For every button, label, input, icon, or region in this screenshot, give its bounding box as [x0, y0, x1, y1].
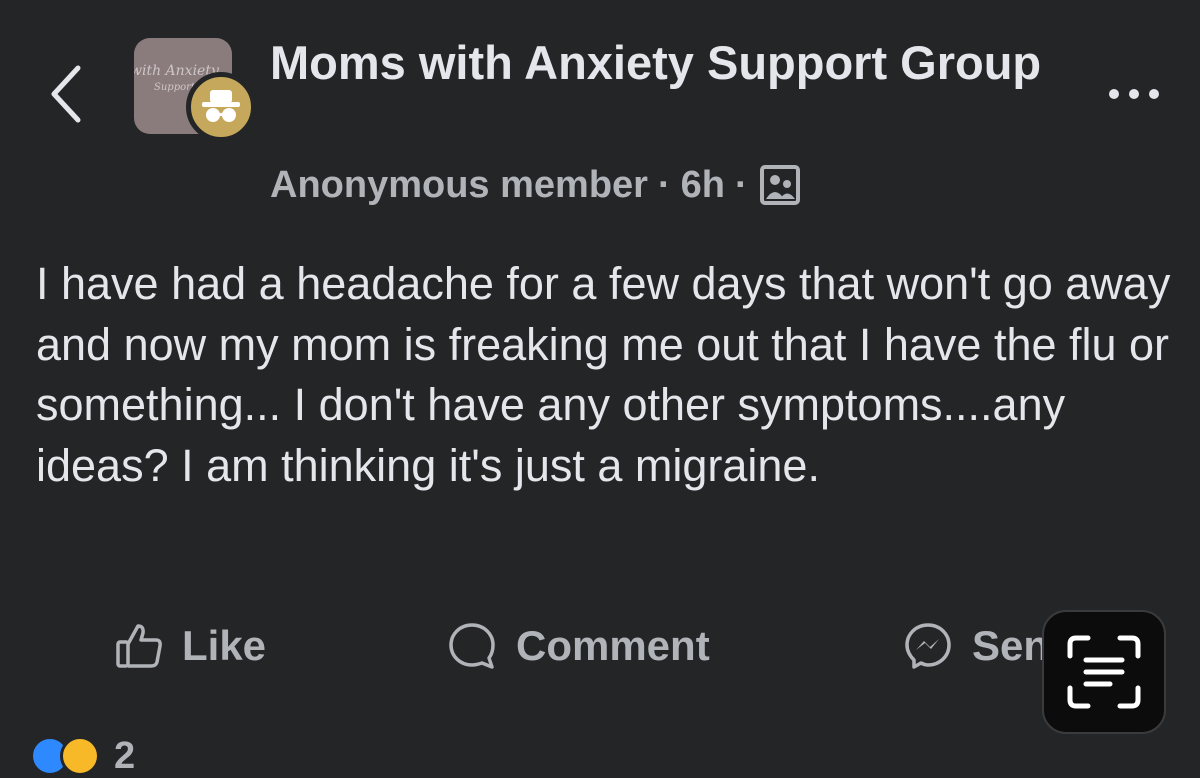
- post-meta: Anonymous member · 6h ·: [270, 160, 802, 210]
- like-label: Like: [182, 622, 267, 669]
- meta-separator: ·: [657, 163, 671, 206]
- like-button[interactable]: Like: [114, 614, 266, 678]
- reaction-count: 2: [114, 734, 136, 777]
- anonymous-badge: [186, 72, 256, 142]
- back-button[interactable]: [44, 62, 88, 126]
- reactions-summary[interactable]: 2: [30, 734, 135, 778]
- care-reaction-icon: [60, 736, 100, 776]
- comment-button[interactable]: Comment: [446, 614, 710, 678]
- group-name[interactable]: Moms with Anxiety Support Group: [270, 34, 1070, 92]
- group-audience-icon: [759, 165, 800, 205]
- messenger-icon: [905, 623, 951, 669]
- author-name[interactable]: Anonymous member: [270, 164, 648, 207]
- more-options-button[interactable]: [1106, 82, 1162, 106]
- meta-separator: ·: [734, 163, 748, 206]
- scan-text-icon: [1067, 635, 1141, 709]
- post-time[interactable]: 6h: [681, 164, 725, 207]
- comment-label: Comment: [516, 622, 710, 669]
- more-icon: [1109, 89, 1159, 99]
- send-label: Send: [972, 622, 1052, 669]
- live-text-button[interactable]: [1042, 610, 1166, 734]
- send-button[interactable]: Send: [902, 614, 1052, 678]
- thumbs-up-icon: [116, 624, 162, 668]
- chevron-left-icon: [51, 65, 81, 123]
- post-text: I have had a headache for a few days tha…: [36, 258, 1171, 491]
- anonymous-icon: [202, 90, 240, 122]
- comment-icon: [449, 623, 495, 669]
